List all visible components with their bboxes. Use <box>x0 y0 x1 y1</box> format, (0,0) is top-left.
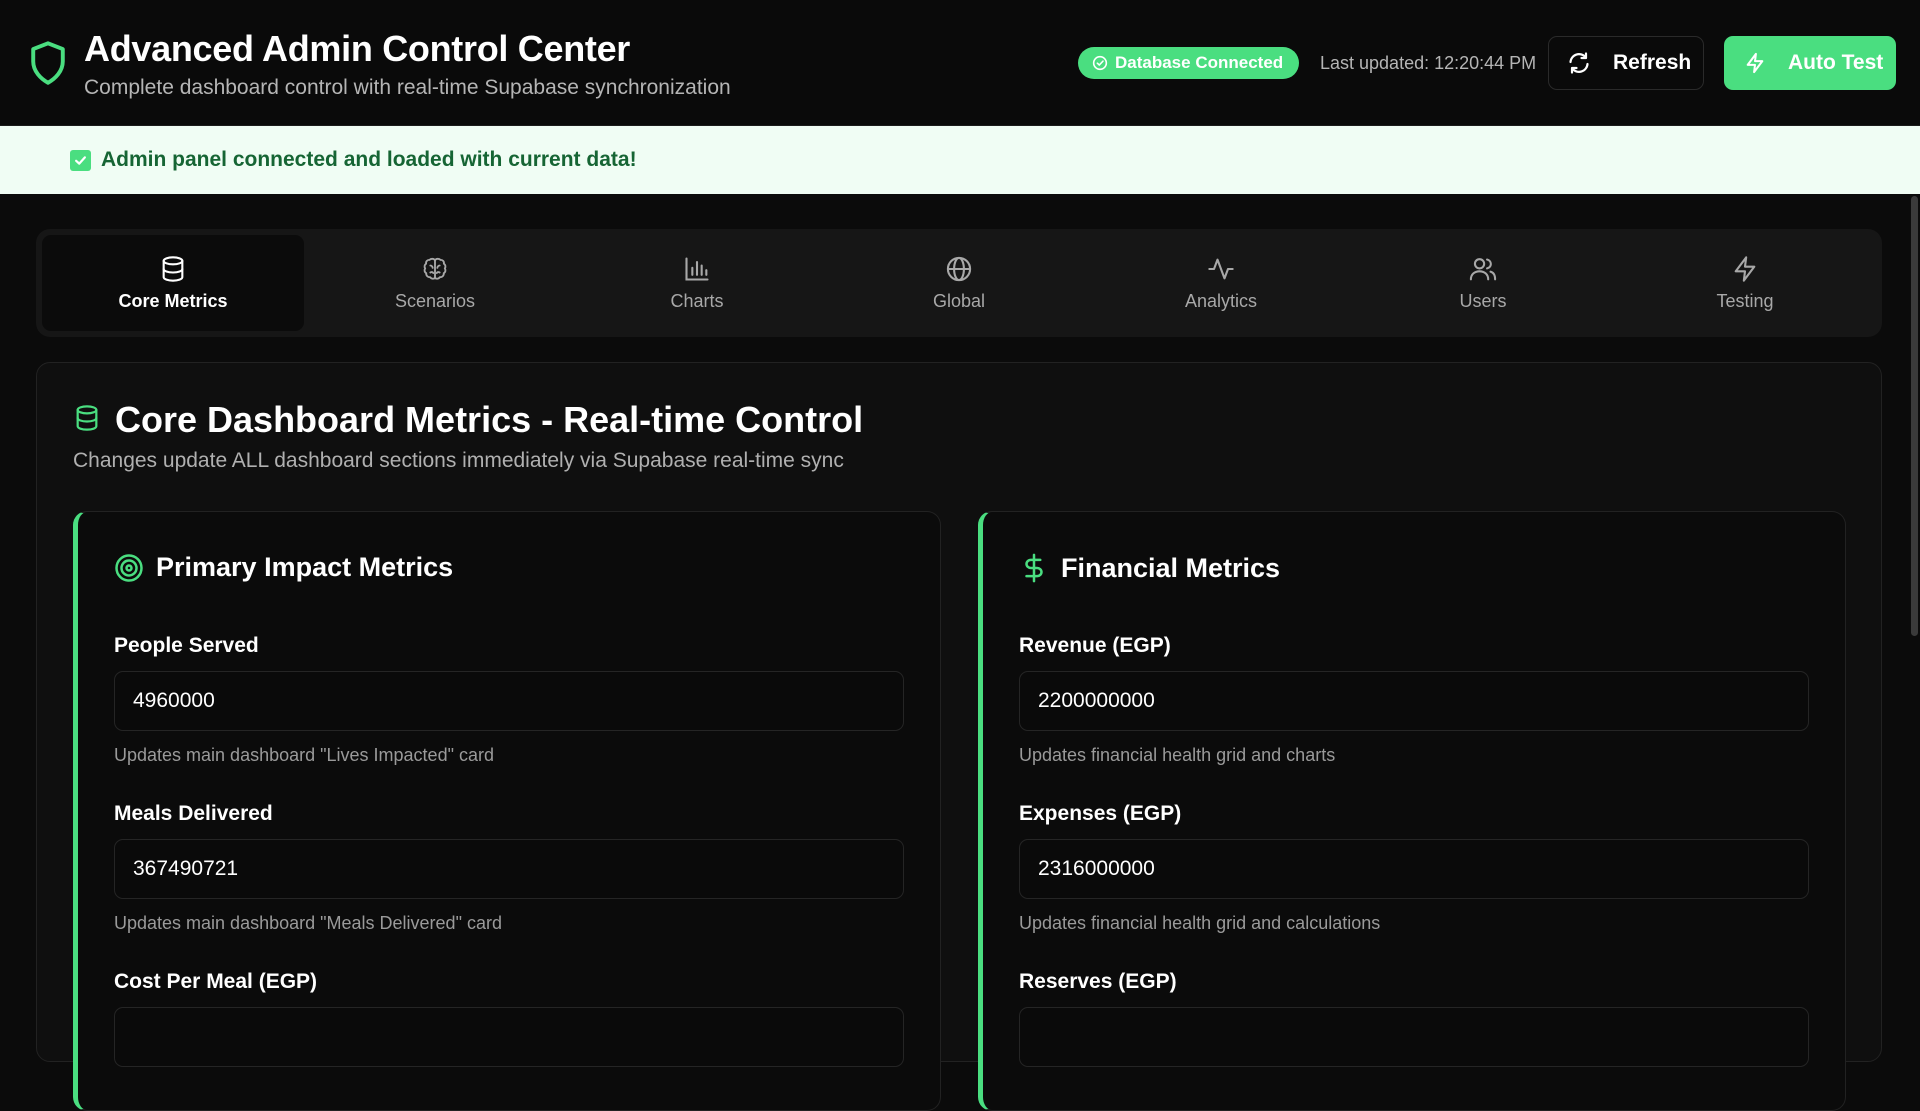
zap-icon <box>1746 52 1764 74</box>
scrollbar-thumb[interactable] <box>1911 196 1918 636</box>
tab-label: Users <box>1459 290 1507 311</box>
tab-label: Testing <box>1716 290 1774 311</box>
app-header: Advanced Admin Control Center Complete d… <box>0 0 1920 126</box>
app-title: Advanced Admin Control Center <box>84 28 631 69</box>
tab-testing[interactable]: Testing <box>1614 235 1876 331</box>
tab-label: Global <box>932 290 986 311</box>
activity-icon <box>1208 258 1234 279</box>
tab-label: Scenarios <box>394 290 476 311</box>
field-help: Updates financial health grid and calcul… <box>1019 913 1381 933</box>
reserves-field: Reserves (EGP) <box>1019 970 1811 1067</box>
field-label: People Served <box>114 634 259 657</box>
field-label: Cost Per Meal (EGP) <box>114 970 318 993</box>
people-served-input[interactable] <box>114 671 904 731</box>
field-label: Meals Delivered <box>114 802 273 825</box>
primary-impact-card: Primary Impact Metrics People Served Upd… <box>73 511 941 1111</box>
revenue-input[interactable] <box>1019 671 1809 731</box>
refresh-icon <box>1569 52 1589 74</box>
field-help: Updates financial health grid and charts <box>1019 745 1336 765</box>
panel-subtitle: Changes update ALL dashboard sections im… <box>73 449 844 472</box>
card-header: Financial Metrics <box>1019 552 1280 584</box>
auto-test-button[interactable]: Auto Test <box>1724 36 1896 90</box>
expenses-field: Expenses (EGP) Updates financial health … <box>1019 802 1811 934</box>
panel-title: Core Dashboard Metrics - Real-time Contr… <box>115 399 864 440</box>
field-help: Updates main dashboard "Lives Impacted" … <box>114 745 494 765</box>
zap-icon <box>1734 255 1756 282</box>
card-header: Primary Impact Metrics <box>114 552 453 583</box>
cost-per-meal-input[interactable] <box>114 1007 904 1067</box>
field-label: Revenue (EGP) <box>1019 634 1171 657</box>
core-metrics-panel: Core Dashboard Metrics - Real-time Contr… <box>36 362 1882 1111</box>
tab-charts[interactable]: Charts <box>566 235 828 331</box>
connection-notice: Admin panel connected and loaded with cu… <box>0 126 1920 194</box>
field-help: Updates main dashboard "Meals Delivered"… <box>114 913 502 933</box>
database-status-badge: Database Connected <box>1078 47 1300 79</box>
bar-chart-icon <box>685 256 709 281</box>
meals-delivered-input[interactable] <box>114 839 904 899</box>
check-circle-icon <box>1092 55 1108 71</box>
tab-global[interactable]: Global <box>828 235 1090 331</box>
tab-analytics[interactable]: Analytics <box>1090 235 1352 331</box>
tab-label: Core Metrics <box>118 290 228 311</box>
cost-per-meal-field: Cost Per Meal (EGP) <box>114 970 906 1067</box>
app-subtitle: Complete dashboard control with real-tim… <box>84 76 731 99</box>
tab-scenarios[interactable]: Scenarios <box>304 235 566 331</box>
tab-label: Analytics <box>1184 290 1258 311</box>
shield-icon <box>31 41 65 85</box>
revenue-field: Revenue (EGP) Updates financial health g… <box>1019 634 1811 766</box>
check-square-icon <box>70 149 91 171</box>
reserves-input[interactable] <box>1019 1007 1809 1067</box>
financial-metrics-card: Financial Metrics Revenue (EGP) Updates … <box>978 511 1846 1111</box>
meals-delivered-field: Meals Delivered Updates main dashboard "… <box>114 802 906 934</box>
expenses-input[interactable] <box>1019 839 1809 899</box>
database-icon <box>76 405 98 431</box>
card-title: Primary Impact Metrics <box>156 552 454 582</box>
refresh-button-label: Refresh <box>1613 51 1692 74</box>
database-status-text: Database Connected <box>1115 53 1284 72</box>
users-icon <box>1469 257 1497 280</box>
notice-text: Admin panel connected and loaded with cu… <box>101 148 637 171</box>
people-served-field: People Served Updates main dashboard "Li… <box>114 634 906 766</box>
field-label: Expenses (EGP) <box>1019 802 1182 825</box>
auto-test-button-label: Auto Test <box>1788 51 1884 74</box>
tab-users[interactable]: Users <box>1352 235 1614 331</box>
tab-bar: Core Metrics Scenarios Charts Global Ana… <box>36 229 1882 337</box>
dollar-icon <box>1025 553 1043 583</box>
refresh-button[interactable]: Refresh <box>1548 36 1704 90</box>
tab-label: Charts <box>670 290 724 311</box>
globe-icon <box>946 256 972 281</box>
last-updated-text: Last updated: 12:20:44 PM <box>1320 53 1537 73</box>
database-icon <box>162 255 184 282</box>
field-label: Reserves (EGP) <box>1019 970 1177 993</box>
card-title: Financial Metrics <box>1061 552 1281 583</box>
brain-icon <box>423 257 447 280</box>
target-icon <box>115 553 143 582</box>
tab-core-metrics[interactable]: Core Metrics <box>42 235 304 331</box>
